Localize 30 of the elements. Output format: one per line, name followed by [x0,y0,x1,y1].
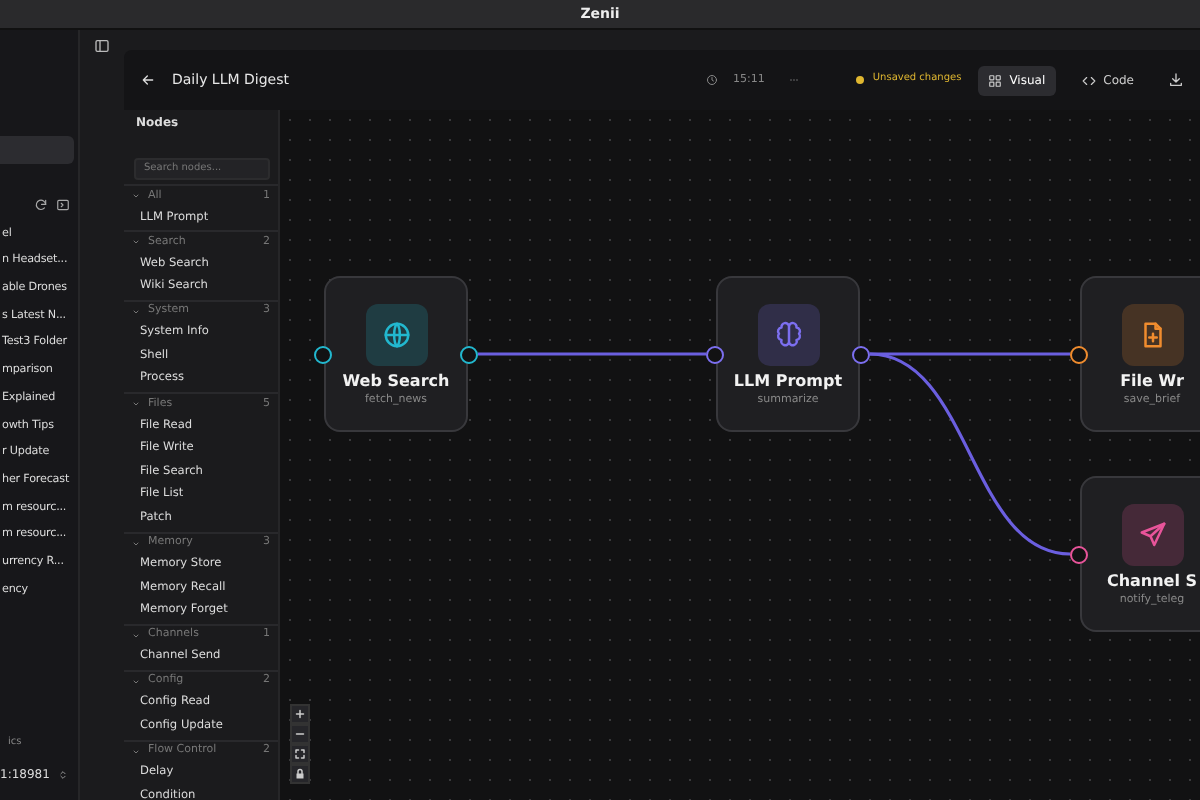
node-title: File Wr [1118,372,1186,392]
refresh-icon [34,198,48,213]
input-handle[interactable] [706,346,724,364]
back-button[interactable] [140,72,156,88]
input-handle[interactable] [1070,546,1088,564]
node-title: LLM Prompt [731,372,845,392]
fit-view-icon [294,748,306,760]
clock-icon [705,74,718,86]
node-title: Web Search [340,372,452,392]
lock-icon [294,768,306,780]
node-title: Channel S [1104,572,1200,592]
sidebar-toggle-icon [94,38,110,54]
zoom-out-button[interactable] [290,724,310,744]
lock-button[interactable] [290,764,310,784]
download-icon [1168,72,1184,88]
zoom-out-icon [294,728,306,740]
panel-icon [56,198,70,213]
output-handle[interactable] [852,346,870,364]
download-button[interactable] [1168,72,1184,88]
back-arrow-icon [140,72,156,88]
output-handle[interactable] [460,346,478,364]
fit-view-button[interactable] [290,744,310,764]
grid-icon [987,73,1002,87]
stepper-icon [57,768,68,782]
status-dot [856,76,865,84]
code-icon [1081,73,1096,87]
input-handle[interactable] [1070,346,1088,364]
zoom-in-button[interactable] [290,704,310,724]
input-handle[interactable] [314,346,332,364]
zoom-in-icon [294,708,306,720]
